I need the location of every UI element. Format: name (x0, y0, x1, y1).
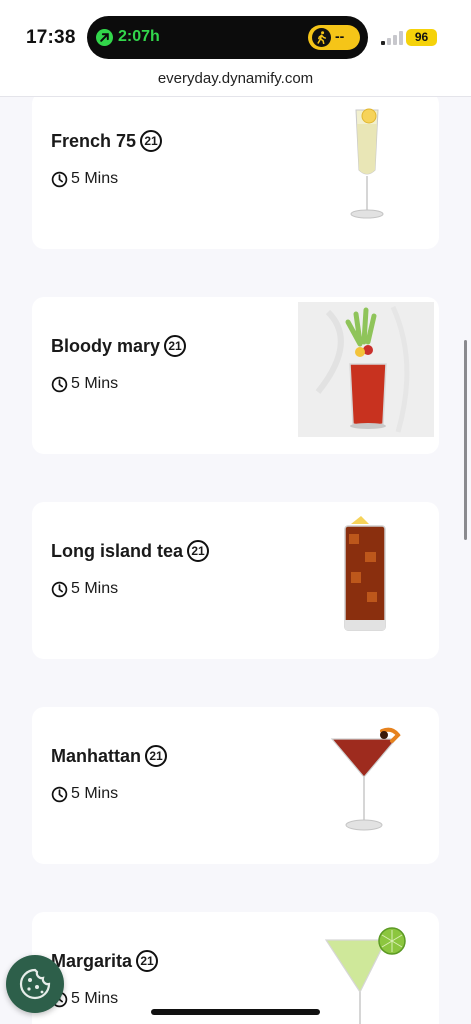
battery-indicator: 96 (406, 29, 437, 46)
recipe-title: Bloody mary 21 (51, 335, 187, 357)
duration-text: 5 Mins (71, 170, 119, 187)
recipe-title: French 75 21 (51, 130, 163, 152)
duration-text: 5 Mins (71, 580, 119, 597)
recipe-card-french-75[interactable]: French 75 21 5 Mins (32, 97, 439, 249)
clock-icon (51, 376, 68, 392)
clock-icon (51, 786, 68, 802)
activity-pill: -- (308, 25, 360, 50)
dynamic-island[interactable]: 2:07h -- (87, 16, 368, 59)
recipe-duration: 5 Mins (51, 785, 118, 803)
recipe-name: Margarita (51, 950, 133, 971)
recipe-title: Manhattan 21 (51, 745, 167, 767)
cookie-icon (19, 968, 51, 1000)
recipe-card-manhattan[interactable]: Manhattan 21 5 Mins (32, 707, 439, 864)
duration-text: 5 Mins (71, 375, 119, 392)
age-21-badge: 21 (187, 540, 210, 562)
walking-icon (312, 28, 331, 47)
clock-icon (51, 581, 68, 597)
long-island-tea-image (344, 516, 386, 631)
martini-glass-image (330, 727, 401, 831)
recipe-card-margarita[interactable]: Margarita 21 5 Mins (32, 912, 439, 1024)
recipe-name: Long island tea (51, 540, 184, 561)
age-21-badge: 21 (136, 950, 159, 972)
scrollbar[interactable] (464, 340, 467, 540)
island-timer: 2:07h (118, 28, 160, 45)
navigation-arrow-icon (96, 29, 113, 46)
cookie-settings-button[interactable] (6, 955, 64, 1013)
activity-value: -- (335, 28, 345, 44)
recipe-name: French 75 (51, 130, 137, 151)
cellular-signal-icon (381, 31, 403, 45)
champagne-flute-image (350, 108, 384, 219)
bloody-mary-image (298, 302, 434, 437)
duration-text: 5 Mins (71, 785, 119, 802)
age-21-badge: 21 (164, 335, 187, 357)
clock-icon (51, 171, 68, 187)
clock-time: 17:38 (26, 27, 76, 48)
recipe-title: Margarita 21 (51, 950, 159, 972)
age-21-badge: 21 (140, 130, 163, 152)
recipe-name: Manhattan (51, 745, 141, 766)
recipe-name: Bloody mary (51, 335, 161, 356)
margarita-glass-image (324, 927, 406, 1024)
age-21-badge: 21 (145, 745, 167, 767)
recipe-duration: 5 Mins (51, 580, 118, 598)
recipe-list[interactable]: French 75 21 5 Mins Bloody mary 21 5 Min… (0, 97, 471, 1024)
recipe-duration: 5 Mins (51, 170, 118, 188)
status-bar: 17:38 2:07h -- 96 (0, 0, 471, 62)
recipe-card-bloody-mary[interactable]: Bloody mary 21 5 Mins (32, 297, 439, 454)
recipe-duration: 5 Mins (51, 375, 118, 393)
duration-text: 5 Mins (71, 990, 119, 1007)
address-bar[interactable]: everyday.dynamify.com (0, 62, 471, 97)
home-indicator[interactable] (151, 1009, 320, 1015)
recipe-title: Long island tea 21 (51, 540, 210, 562)
recipe-card-long-island-tea[interactable]: Long island tea 21 5 Mins (32, 502, 439, 659)
